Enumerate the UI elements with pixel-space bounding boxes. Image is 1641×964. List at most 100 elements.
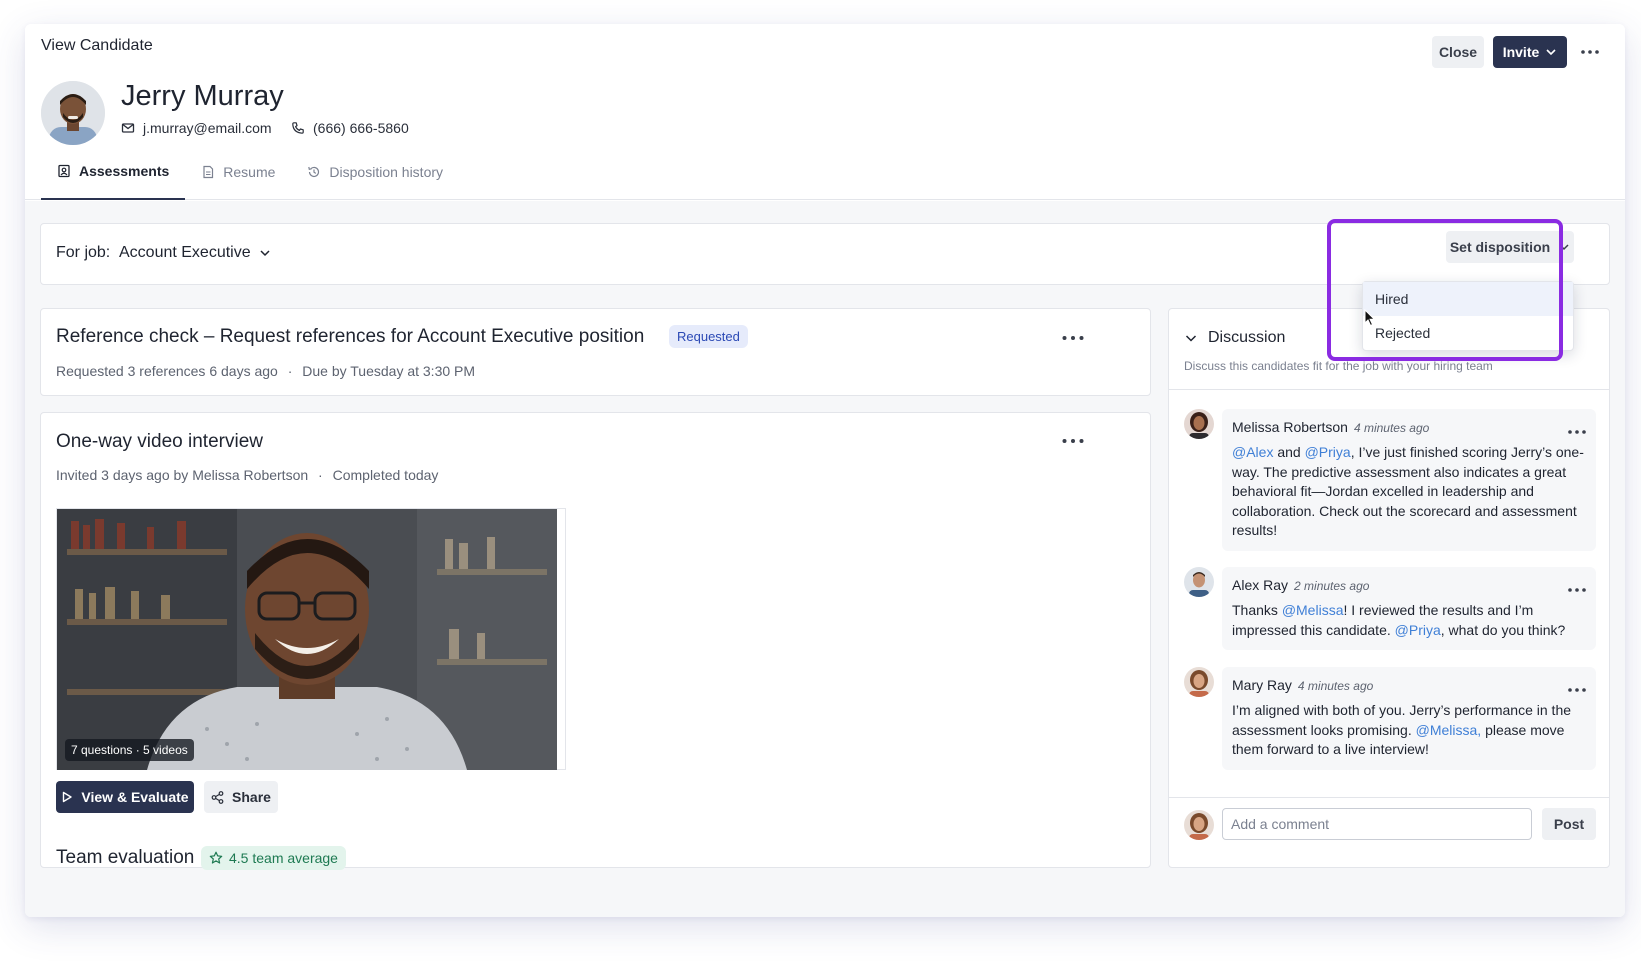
team-average-badge: 4.5 team average [201,846,346,870]
job-label: For job: [56,244,111,261]
phone-text: (666) 666-5860 [313,120,409,136]
tab-label: Assessments [79,163,170,179]
phone-icon [292,122,304,134]
candidate-phone[interactable]: (666) 666-5860 [291,120,409,136]
comment-bubble: Alex Ray 2 minutes ago Thanks @Melissa! I… [1222,567,1596,650]
star-icon [209,851,223,864]
share-label: Share [232,789,271,805]
invite-button[interactable]: Invite [1493,36,1567,68]
more-options-icon[interactable] [1060,328,1086,348]
set-disposition-button[interactable]: Set disposition [1446,231,1574,263]
discussion-header[interactable]: Discussion [1184,329,1285,347]
candidate-tabs: Assessments Resume Disposition history [41,144,459,200]
video-player[interactable]: 7 questions · 5 videos [56,508,566,770]
more-options-icon[interactable] [1576,38,1604,66]
comment-text: @Alex and @Priya, I’ve just finished sco… [1232,443,1586,541]
share-button[interactable]: Share [204,781,278,813]
video-thumbnail [57,509,557,770]
reference-check-card: Reference check – Request references for… [40,308,1151,396]
more-options-icon[interactable] [1060,431,1086,451]
divider [1169,389,1609,390]
tab-label: Resume [223,164,276,180]
reference-check-meta: Requested 3 references 6 days ago · Due … [56,363,475,379]
job-value: Account Executive [119,244,251,261]
view-evaluate-label: View & Evaluate [81,789,189,805]
separator: · [287,363,293,379]
candidate-window: View Candidate Jerry Murray j.murray@ema… [25,24,1625,917]
close-button[interactable]: Close [1432,36,1484,68]
video-count-badge: 7 questions · 5 videos [65,739,194,761]
email-text: j.murray@email.com [143,120,272,136]
candidate-avatar [41,81,105,145]
tab-assessments[interactable]: Assessments [41,144,186,200]
comment-text-part: Thanks [1232,602,1282,618]
discussion-subtitle: Discuss this candidates fit for the job … [1184,359,1493,373]
comment-time: 2 minutes ago [1294,579,1370,593]
view-evaluate-button[interactable]: View & Evaluate [56,781,194,813]
comment-time: 4 minutes ago [1297,679,1374,693]
divider [1169,797,1609,798]
mouse-cursor-icon [1364,309,1376,327]
avatar [1184,667,1214,697]
assessment-icon [58,164,70,178]
set-disposition-label: Set disposition [1449,239,1551,255]
comment-author: Mary Ray [1232,677,1292,693]
more-options-icon[interactable] [1568,421,1586,437]
completed-text: Completed today [332,467,439,483]
comment-time: 4 minutes ago [1353,421,1430,435]
tab-disposition-history[interactable]: Disposition history [291,144,459,200]
tab-label: Disposition history [329,164,444,180]
mention-link[interactable]: @Priya [1395,622,1441,638]
comment-text: I’m aligned with both of you. Jerry’s pe… [1232,701,1586,760]
comment-text-part: , what do you think? [1440,621,1566,638]
chevron-down-icon [1559,244,1569,251]
candidate-name: Jerry Murray [121,80,284,112]
team-average-text: 4.5 team average [229,850,338,866]
team-evaluation-title: Team evaluation [56,847,195,868]
play-icon [63,791,73,803]
chevron-down-icon [260,250,270,257]
mention-link[interactable]: @Priya [1305,444,1351,460]
avatar [1184,409,1214,439]
due-text: Due by Tuesday at 3:30 PM [302,363,476,379]
more-options-icon[interactable] [1568,679,1586,695]
post-button[interactable]: Post [1542,808,1596,840]
tab-resume[interactable]: Resume [185,144,291,200]
history-icon [308,166,320,178]
document-icon [203,165,214,179]
discussion-title: Discussion [1208,329,1286,346]
view-title: View Candidate [41,37,153,54]
mention-link[interactable]: @Alex [1232,444,1273,460]
mail-icon [121,123,135,133]
comment-text-part: and [1273,444,1305,460]
video-interview-card: One-way video interview Invited 3 days a… [40,412,1151,870]
video-interview-meta: Invited 3 days ago by Melissa Robertson … [56,467,438,483]
comment-author: Melissa Robertson [1232,419,1348,435]
status-badge: Requested [669,325,748,348]
comment-bubble: Melissa Robertson 4 minutes ago @Alex and… [1222,409,1596,551]
comment-text: Thanks @Melissa! I reviewed the results … [1232,601,1586,640]
comment-input[interactable] [1222,808,1532,840]
invited-text: Invited 3 days ago by Melissa Robertson [56,467,309,483]
mention-link[interactable]: @Melissa [1282,602,1344,618]
discussion-panel: Discussion Discuss this candidates fit f… [1168,308,1610,868]
video-interview-title: One-way video interview [56,431,263,452]
comment-bubble: Mary Ray 4 minutes ago I’m aligned with b… [1222,667,1596,770]
menu-item-hired[interactable]: Hired [1363,282,1573,316]
chevron-down-icon [1185,335,1197,342]
share-icon [211,790,224,804]
disposition-menu: Hired Rejected [1362,281,1574,351]
menu-item-rejected[interactable]: Rejected [1363,316,1573,350]
job-select[interactable]: Account Executive [119,244,271,262]
avatar [1184,567,1214,597]
comment-author: Alex Ray [1232,577,1289,593]
invite-label: Invite [1502,44,1540,60]
more-options-icon[interactable] [1568,579,1586,595]
mention-link[interactable]: @Melissa, [1416,722,1482,738]
reference-check-title: Reference check – Request references for… [56,326,645,347]
avatar [1184,810,1214,840]
job-selector-bar: For job: Account Executive [40,223,1610,285]
candidate-email[interactable]: j.murray@email.com [121,120,272,136]
separator: · [318,467,323,483]
chevron-down-icon [1546,49,1556,56]
